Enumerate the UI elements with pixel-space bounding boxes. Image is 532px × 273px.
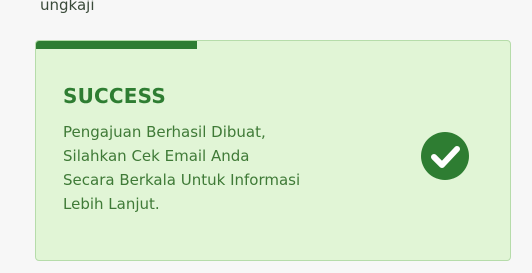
toast-message-line: Pengajuan Berhasil Dibuat,	[63, 123, 266, 141]
toast-title: SUCCESS	[63, 84, 166, 108]
toast-message-line: Lebih Lanjut.	[63, 195, 160, 213]
page-text-cutoff: ungkaji	[40, 0, 95, 14]
success-toast[interactable]: SUCCESS Pengajuan Berhasil Dibuat, Silah…	[35, 40, 511, 261]
toast-message-line: Secara Berkala Untuk Informasi	[63, 171, 301, 189]
toast-message: Pengajuan Berhasil Dibuat, Silahkan Cek …	[63, 120, 403, 216]
check-circle-icon	[421, 132, 469, 180]
toast-progress-bar	[36, 41, 510, 49]
toast-progress-fill	[36, 41, 198, 49]
toast-message-line: Silahkan Cek Email Anda	[63, 147, 250, 165]
